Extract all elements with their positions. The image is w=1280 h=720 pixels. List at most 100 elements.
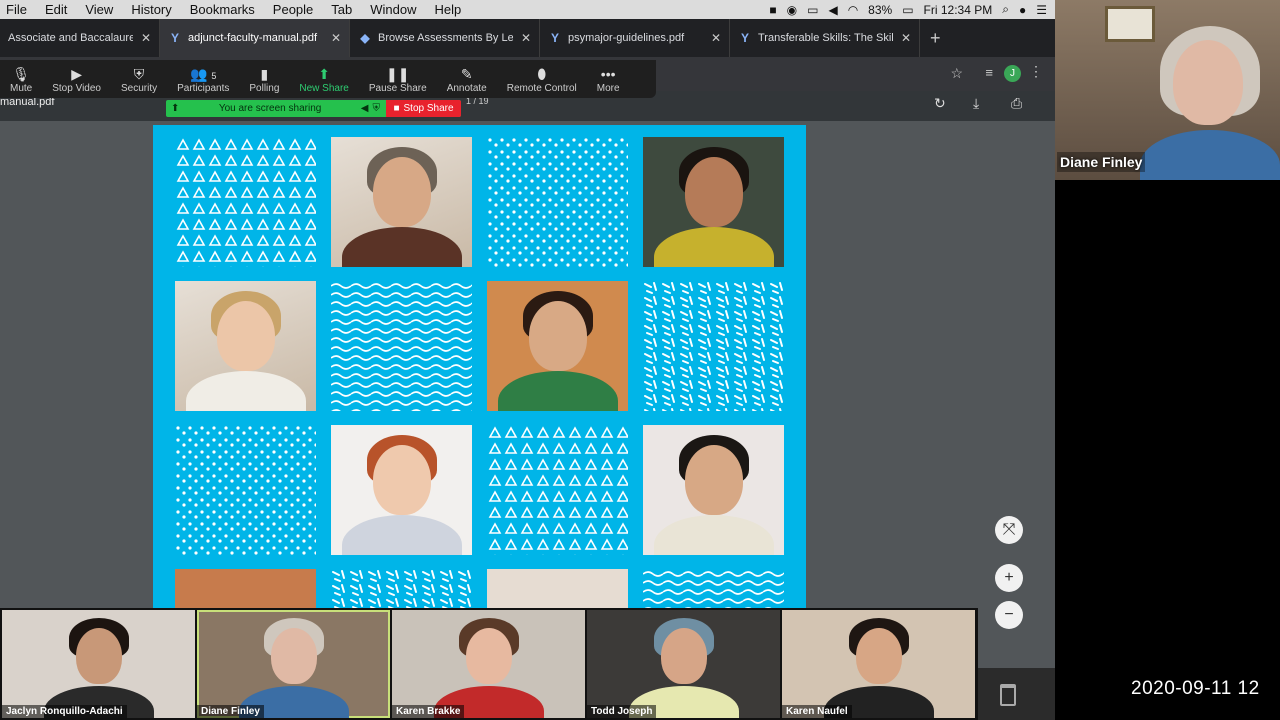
mute-button[interactable]: 🎙 Mute — [0, 60, 42, 98]
shield-icon: ⛨ — [372, 103, 381, 114]
speaker-name: Diane Finley — [1057, 152, 1146, 172]
menu-bookmarks[interactable]: Bookmarks — [181, 2, 264, 17]
participant-name: Jaclyn Ronquillo-Adachi — [2, 705, 127, 718]
spotlight-icon[interactable]: ⌕ — [1002, 2, 1009, 17]
menu-help[interactable]: Help — [426, 2, 471, 17]
menubar-status: ■ ◉ ▭ ◀ ◠ 83% ▭ Fri 12:34 PM ⌕ ● ☰ — [769, 2, 1055, 17]
bookmark-star-icon[interactable]: ☆ — [950, 65, 963, 82]
menu-history[interactable]: History — [122, 2, 180, 17]
screen: File Edit View History Bookmarks People … — [0, 0, 1280, 720]
profile-avatar[interactable]: J — [1004, 65, 1021, 82]
tab-title: Associate and Baccalaureate E — [8, 32, 133, 44]
share-arrow-icon: ⬆ — [318, 65, 330, 82]
menu-edit[interactable]: Edit — [36, 2, 76, 17]
triangle-pattern-tile — [175, 137, 316, 267]
participant-name: Diane Finley — [197, 705, 264, 718]
faculty-photo — [643, 425, 784, 555]
browser-tab[interactable]: ◆ Browse Assessments By Learn ✕ — [350, 19, 540, 57]
security-button[interactable]: ⛨ Security — [111, 60, 167, 98]
stop-square-icon: ■ — [393, 103, 400, 114]
dots-pattern-tile — [175, 425, 316, 555]
reading-list-icon[interactable]: ≡ — [985, 65, 993, 80]
screen-sharing-banner: ⬆ You are screen sharing ◀ ⛨ ■ Stop Share — [166, 100, 461, 117]
participant-video-tile[interactable]: Jaclyn Ronquillo-Adachi — [2, 610, 195, 718]
wall-frame — [1105, 6, 1155, 42]
wifi-icon[interactable]: ◠ — [848, 3, 858, 17]
pdf-page — [153, 125, 806, 685]
menu-view[interactable]: View — [76, 2, 122, 17]
rotate-icon[interactable]: ↻ — [934, 95, 946, 112]
browser-tab[interactable]: Y psymajor-guidelines.pdf ✕ — [540, 19, 730, 57]
volume-icon[interactable]: ◀ — [828, 3, 837, 17]
tab-title: Transferable Skills: The Skillful — [758, 32, 893, 44]
new-share-button[interactable]: ⬆ New Share — [289, 60, 358, 98]
site-favicon-icon: ◆ — [360, 31, 370, 45]
print-icon[interactable]: ⎙ — [1011, 95, 1022, 112]
participant-video-tile-active[interactable]: Diane Finley — [197, 610, 390, 718]
active-speaker-video[interactable]: Diane Finley — [1055, 0, 1280, 200]
participant-video-tile[interactable]: Todd Joseph — [587, 610, 780, 718]
zoom-in-button[interactable]: + — [995, 564, 1023, 592]
close-tab-icon[interactable]: ✕ — [711, 31, 721, 45]
menu-file[interactable]: File — [0, 2, 36, 17]
participant-name: Karen Brakke — [392, 705, 465, 718]
close-tab-icon[interactable]: ✕ — [521, 31, 531, 45]
remote-control-button[interactable]: ⬮ Remote Control — [497, 60, 587, 98]
menu-tab[interactable]: Tab — [322, 2, 361, 17]
close-tab-icon[interactable]: ✕ — [141, 31, 151, 45]
participants-button[interactable]: 👥 5 Participants — [167, 60, 239, 98]
participant-name: Todd Joseph — [587, 705, 657, 718]
battery-icon[interactable]: ▭ — [902, 3, 913, 17]
stop-video-button[interactable]: ▶ Stop Video — [42, 60, 111, 98]
clock[interactable]: Fri 12:34 PM — [924, 3, 993, 17]
chrome-status-icon[interactable]: ◉ — [787, 3, 797, 17]
new-tab-icon[interactable]: + — [920, 28, 951, 49]
mouse-icon: ⬮ — [537, 65, 547, 82]
pencil-icon: ✎ — [460, 65, 473, 82]
annotate-button[interactable]: ✎ Annotate — [437, 60, 497, 98]
menu-people[interactable]: People — [264, 2, 322, 17]
mac-menubar: File Edit View History Bookmarks People … — [0, 0, 1055, 19]
stop-share-button[interactable]: ■ Stop Share — [386, 100, 461, 117]
audio-icon: ◀ — [360, 103, 369, 114]
dock-fragment — [978, 668, 1055, 720]
close-tab-icon[interactable]: ✕ — [901, 31, 911, 45]
dash-pattern-tile — [643, 281, 784, 411]
participant-gallery: Jaclyn Ronquillo-Adachi Diane Finley Kar… — [0, 608, 978, 720]
browser-tab-strip: Associate and Baccalaureate E ✕ Y adjunc… — [0, 19, 1055, 57]
browser-tab[interactable]: Associate and Baccalaureate E ✕ — [0, 19, 160, 57]
side-panel — [1055, 180, 1280, 720]
airplay-icon[interactable]: ▭ — [807, 3, 818, 17]
tab-title: Browse Assessments By Learn — [378, 32, 513, 44]
shield-icon: ⛨ — [133, 65, 145, 82]
download-icon[interactable]: ⤓ — [973, 95, 979, 112]
notification-center-icon[interactable]: ☰ — [1036, 3, 1047, 17]
pause-share-button[interactable]: ❚❚ Pause Share — [359, 60, 437, 98]
close-tab-icon[interactable]: ✕ — [331, 31, 341, 45]
fit-page-icon[interactable]: ⤧ — [995, 516, 1023, 544]
faculty-photo — [643, 137, 784, 267]
participant-video-tile[interactable]: Karen Naufel — [782, 610, 975, 718]
participant-name: Karen Naufel — [782, 705, 852, 718]
trash-icon[interactable] — [1000, 684, 1016, 706]
menu-window[interactable]: Window — [361, 2, 425, 17]
sharing-message: You are screen sharing — [218, 103, 322, 114]
faculty-photo — [331, 137, 472, 267]
polling-button[interactable]: ▮ Polling — [239, 60, 289, 98]
zoom-out-button[interactable]: − — [995, 601, 1023, 629]
browser-menu-icon[interactable]: ⋮ — [1029, 63, 1043, 80]
browser-tab-active[interactable]: Y adjunct-faculty-manual.pdf ✕ — [160, 19, 350, 57]
tab-title: psymajor-guidelines.pdf — [568, 32, 685, 44]
more-button[interactable]: ••• More — [587, 60, 630, 98]
participant-video-tile[interactable]: Karen Brakke — [392, 610, 585, 718]
tab-title: adjunct-faculty-manual.pdf — [188, 32, 318, 44]
wave-pattern-tile — [331, 281, 472, 411]
microphone-icon: 🎙 — [12, 65, 30, 82]
siri-icon[interactable]: ● — [1019, 3, 1026, 17]
triangle-pattern-tile — [487, 425, 628, 555]
zoom-meeting-toolbar: 🎙 Mute ▶ Stop Video ⛨ Security 👥 5 Participa… — [0, 60, 656, 98]
dots-pattern-tile — [487, 137, 628, 267]
zoom-status-icon[interactable]: ■ — [769, 3, 776, 17]
browser-tab[interactable]: Y Transferable Skills: The Skillful ✕ — [730, 19, 920, 57]
pdf-favicon-icon: Y — [740, 31, 749, 45]
